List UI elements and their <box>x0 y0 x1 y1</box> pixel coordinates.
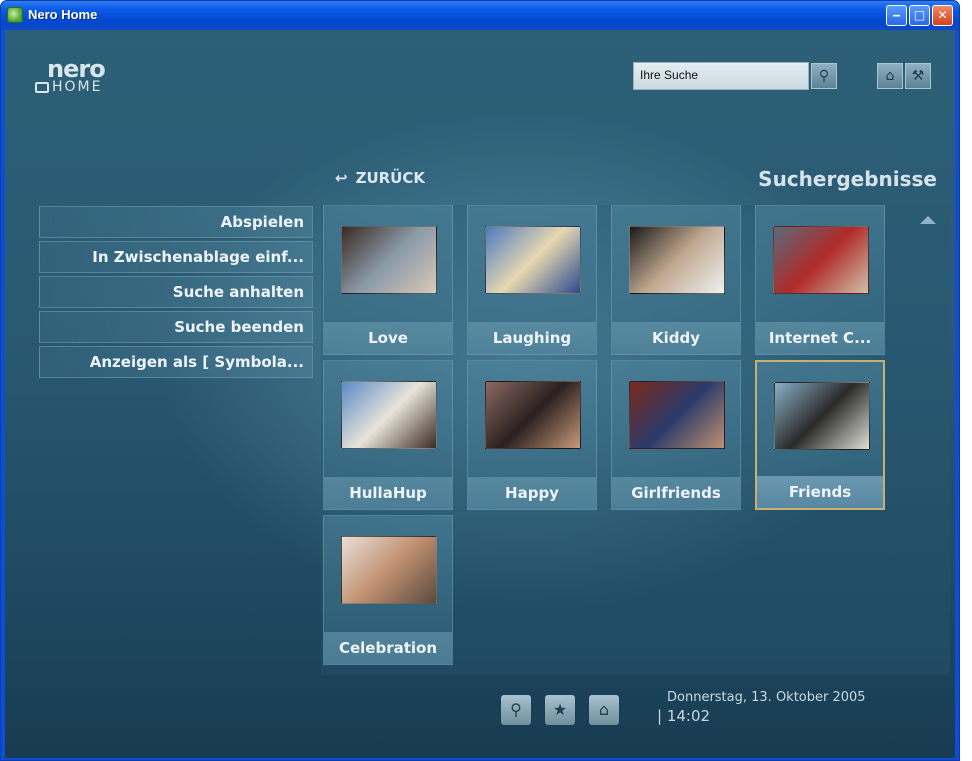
minimize-button[interactable]: ‒ <box>886 5 907 26</box>
result-tile[interactable]: Internet C... <box>755 205 885 355</box>
result-label: Happy <box>468 477 596 509</box>
result-tile[interactable]: Celebration <box>323 515 453 665</box>
menu-item-play[interactable]: Abspielen <box>39 206 313 238</box>
photo-thumbnail <box>629 226 725 294</box>
result-tile[interactable]: Friends <box>755 360 885 510</box>
photo-thumbnail <box>341 381 437 449</box>
menu-item-end-search[interactable]: Suche beenden <box>39 311 313 343</box>
logo-nero-text: nero <box>47 55 106 83</box>
back-arrow-icon: ↩ <box>335 169 348 187</box>
maximize-button[interactable]: □ <box>909 5 930 26</box>
result-tile[interactable]: Girlfriends <box>611 360 741 510</box>
result-tile[interactable]: HullaHup <box>323 360 453 510</box>
home-icon: ⌂ <box>885 68 895 84</box>
bottom-toolbar: ⚲ ★ ⌂ <box>501 695 619 725</box>
title-bar[interactable]: Nero Home ‒ □ ✕ <box>1 1 959 30</box>
date-text: Donnerstag, 13. Oktober 2005 <box>667 690 866 705</box>
photo-thumbnail <box>341 226 437 294</box>
result-label: Celebration <box>324 632 452 664</box>
result-label: Kiddy <box>612 322 740 354</box>
scroll-up-arrow[interactable] <box>920 216 936 224</box>
result-label: Internet C... <box>756 322 884 354</box>
home-icon: ⌂ <box>598 700 610 719</box>
time-text: | 14:02 <box>657 707 711 725</box>
nero-home-logo: nero HOME <box>35 55 106 94</box>
context-menu: Abspielen In Zwischenablage einf... Such… <box>39 206 313 381</box>
photo-thumbnail <box>485 226 581 294</box>
result-tile[interactable]: Love <box>323 205 453 355</box>
wrench-icon: ⚒ <box>911 68 925 84</box>
result-label: Friends <box>757 476 883 508</box>
result-label: Laughing <box>468 322 596 354</box>
settings-button[interactable]: ⚒ <box>905 63 931 89</box>
logo-home-row: HOME <box>35 80 105 94</box>
result-tile[interactable]: Laughing <box>467 205 597 355</box>
favorites-folder-icon: ★ <box>552 700 568 719</box>
back-button[interactable]: ↩ ZURÜCK <box>335 169 425 187</box>
result-tile[interactable]: Happy <box>467 360 597 510</box>
close-button[interactable]: ✕ <box>932 5 953 26</box>
search-button[interactable]: ⚲ <box>811 63 837 89</box>
home-nav-button[interactable]: ⌂ <box>589 695 619 725</box>
page-title: Suchergebnisse <box>758 167 937 191</box>
result-label: HullaHup <box>324 477 452 509</box>
result-tile[interactable]: Kiddy <box>611 205 741 355</box>
photo-thumbnail <box>485 381 581 449</box>
search-folder-button[interactable]: ⚲ <box>501 695 531 725</box>
favorites-folder-button[interactable]: ★ <box>545 695 575 725</box>
date-time: Donnerstag, 13. Oktober 2005 | 14:02 <box>657 690 866 725</box>
photo-thumbnail <box>341 536 437 604</box>
search-input[interactable]: Ihre Suche <box>633 62 809 90</box>
search-folder-icon: ⚲ <box>510 700 522 719</box>
menu-item-add-to-clipboard[interactable]: In Zwischenablage einf... <box>39 241 313 273</box>
home-button[interactable]: ⌂ <box>877 63 903 89</box>
window: Nero Home ‒ □ ✕ nero HOME Ihre Suche ⚲ ⌂… <box>0 0 960 761</box>
result-label: Girlfriends <box>612 477 740 509</box>
photo-thumbnail <box>629 381 725 449</box>
photo-thumbnail <box>774 382 870 450</box>
photo-thumbnail <box>773 226 869 294</box>
logo-home-text: HOME <box>52 79 103 95</box>
result-label: Love <box>324 322 452 354</box>
tv-icon <box>35 81 49 93</box>
menu-item-view-as[interactable]: Anzeigen als [ Symbola... <box>39 346 313 378</box>
nero-home-app: nero HOME Ihre Suche ⚲ ⌂ ⚒ ↩ ZURÜCK Such… <box>5 30 955 758</box>
window-title: Nero Home <box>28 7 98 22</box>
menu-item-pause-search[interactable]: Suche anhalten <box>39 276 313 308</box>
magnifier-icon: ⚲ <box>818 68 830 84</box>
nero-app-icon <box>7 7 23 23</box>
back-label: ZURÜCK <box>355 169 425 187</box>
